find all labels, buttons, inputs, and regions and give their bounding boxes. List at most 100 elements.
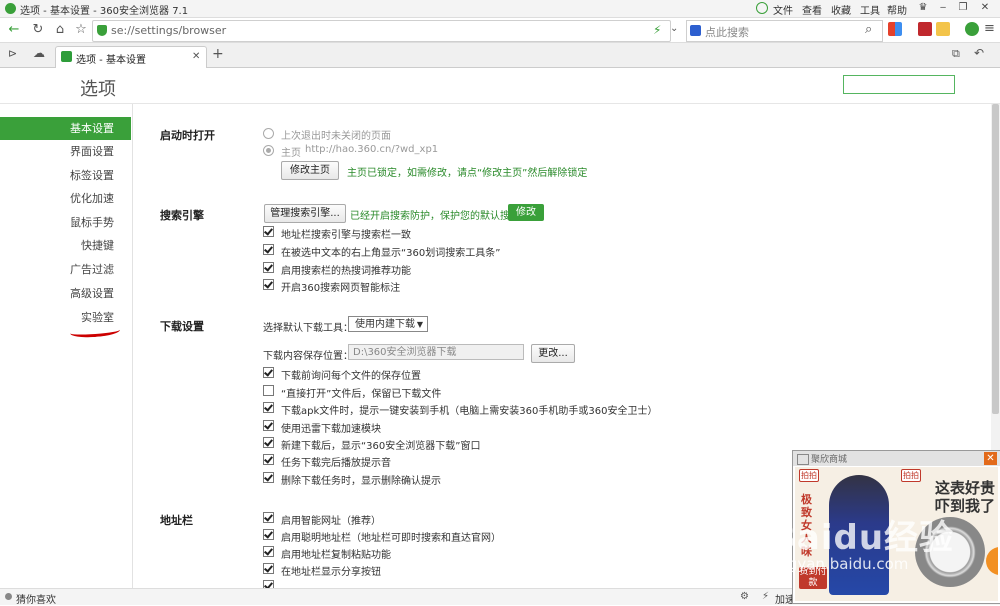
tab-settings[interactable]: 选项 - 基本设置 ✕ <box>55 46 207 68</box>
sidebar-item-basic[interactable]: 基本设置 <box>0 117 131 140</box>
address-bar[interactable]: se://settings/browser ⚡ <box>92 20 671 42</box>
checkbox-label: 新建下载后，显示“360安全浏览器下载”窗口 <box>281 441 481 452</box>
menu-favorites[interactable]: 收藏 <box>831 2 851 17</box>
ad-close-button[interactable]: ✕ <box>984 452 997 465</box>
radio-home-label: 主页 <box>281 148 301 159</box>
sidebar-item-shortcuts[interactable]: 快捷键 <box>0 234 131 257</box>
back-icon[interactable]: ← <box>6 22 22 38</box>
checkbox-apk-install[interactable] <box>263 402 274 413</box>
download-tool-select[interactable]: 使用内建下载 ▼ <box>348 316 428 332</box>
new-tab-button[interactable]: + <box>212 46 224 62</box>
download-path-label: 下载内容保存位置： <box>263 351 353 362</box>
search-icon[interactable]: ⌕ <box>865 22 872 37</box>
address-dropdown-icon[interactable]: ⌄ <box>670 23 678 34</box>
section-startup: 启动时打开 <box>160 129 215 142</box>
title-bar: 选项 - 基本设置 - 360安全浏览器 7.1 文件 查看 收藏 工具 帮助 … <box>0 0 1000 18</box>
section-search-engine: 搜索引擎 <box>160 209 204 222</box>
checkbox-smart-address-bar[interactable] <box>263 529 274 540</box>
ad-tag-1: 拍拍 <box>799 469 819 482</box>
checkbox-share-button[interactable] <box>263 563 274 574</box>
search-input[interactable]: 点此搜索 ⌕ <box>686 20 883 42</box>
menu-icon[interactable]: ≡ <box>984 21 995 36</box>
sidebar-item-advanced[interactable]: 高级设置 <box>0 282 131 305</box>
maximize-button[interactable]: ❐ <box>954 1 972 15</box>
download-tool-label: 选择默认下载工具： <box>263 323 353 334</box>
address-url: se://settings/browser <box>111 24 227 37</box>
checkbox-smart-annotation[interactable] <box>263 279 274 290</box>
status-settings-icon[interactable]: ⚙ <box>740 591 749 602</box>
checkbox-label: 下载apk文件时，提示一键安装到手机（电脑上需安装360手机助手或360安全卫士… <box>281 406 658 417</box>
checkbox-label: 在被选中文本的右上角显示“360划词搜索工具条” <box>281 248 501 259</box>
checkbox-address-search-sync[interactable] <box>263 226 274 237</box>
radio-restore-label: 上次退出时未关闭的页面 <box>281 131 391 142</box>
checkbox-ask-save-location[interactable] <box>263 367 274 378</box>
tab-close-icon[interactable]: ✕ <box>192 51 200 62</box>
download-tool-value: 使用内建下载 <box>355 319 415 330</box>
apps-icon[interactable] <box>888 22 902 36</box>
menu-tools[interactable]: 工具 <box>860 2 880 17</box>
baidu-engine-icon[interactable] <box>690 25 701 36</box>
scrollbar-thumb[interactable] <box>992 104 999 414</box>
sidebar-item-interface[interactable]: 界面设置 <box>0 140 131 163</box>
checkbox-label: 开启360搜索网页智能标注 <box>281 283 401 294</box>
extension-icon[interactable] <box>918 22 932 36</box>
user-icon[interactable] <box>756 2 768 14</box>
ad-next-button[interactable] <box>986 547 998 575</box>
star-icon[interactable]: ☆ <box>73 22 89 38</box>
checkbox-keep-opened-file[interactable] <box>263 385 274 396</box>
browser-logo-icon <box>5 3 16 14</box>
download-path-field[interactable]: D:\360安全浏览器下载 <box>348 344 524 360</box>
manage-search-engines-button[interactable]: 管理搜索引擎... <box>264 204 346 223</box>
radio-home[interactable] <box>263 145 274 156</box>
settings-tab-icon <box>61 51 72 62</box>
skin-icon[interactable]: ♛ <box>914 1 932 15</box>
section-download: 下载设置 <box>160 320 204 333</box>
checkbox-delete-confirm[interactable] <box>263 472 274 483</box>
checkbox-play-sound[interactable] <box>263 454 274 465</box>
page-title: 选项 <box>80 79 116 100</box>
checkbox-label: 启用搜索栏的热搜词推荐功能 <box>281 266 411 277</box>
minimize-button[interactable]: ‒ <box>934 1 952 15</box>
checkbox-selection-toolbar[interactable] <box>263 244 274 255</box>
guard-icon[interactable] <box>965 22 979 36</box>
tab-list-icon[interactable]: ⧉ <box>952 47 960 61</box>
sidebar-item-adblock[interactable]: 广告过滤 <box>0 258 131 281</box>
checkbox-smart-url[interactable] <box>263 512 274 523</box>
close-button[interactable]: ✕ <box>976 1 994 15</box>
folder-icon[interactable] <box>936 22 950 36</box>
sidebar-item-optimize[interactable]: 优化加速 <box>0 187 131 210</box>
menu-view[interactable]: 查看 <box>802 2 822 17</box>
tab-bar: ⊳ ☁ 选项 - 基本设置 ✕ + ⧉ ↶ <box>0 43 1000 68</box>
sidebar-toggle-icon[interactable]: ⊳ <box>8 47 17 60</box>
menu-help[interactable]: 帮助 <box>887 2 907 17</box>
settings-search-input[interactable] <box>843 75 955 94</box>
menu-file[interactable]: 文件 <box>773 2 793 17</box>
checkbox-show-download-window[interactable] <box>263 437 274 448</box>
cloud-icon[interactable]: ☁ <box>33 46 45 60</box>
watermark-main: Baidu经验 <box>770 518 955 558</box>
security-shield-icon <box>97 25 107 36</box>
checkbox-label: 下载前询问每个文件的保存位置 <box>281 371 421 382</box>
checkbox-hot-words[interactable] <box>263 262 274 273</box>
speed-icon[interactable]: ⚡ <box>653 23 661 37</box>
refresh-icon[interactable]: ↻ <box>30 22 46 38</box>
modify-home-button[interactable]: 修改主页 <box>281 161 339 180</box>
checkbox-copy-paste[interactable] <box>263 546 274 557</box>
header-divider <box>0 103 1000 104</box>
change-path-button[interactable]: 更改... <box>531 344 575 363</box>
modify-search-button[interactable]: 修改 <box>508 204 544 221</box>
home-icon[interactable]: ⌂ <box>52 22 68 38</box>
status-dot-icon <box>5 593 12 600</box>
ad-tag-2: 拍拍 <box>901 469 921 482</box>
checkbox-label: 删除下载任务时，显示删除确认提示 <box>281 476 441 487</box>
sidebar-item-gestures[interactable]: 鼠标手势 <box>0 211 131 234</box>
radio-restore[interactable] <box>263 128 274 139</box>
sidebar-item-tabs[interactable]: 标签设置 <box>0 164 131 187</box>
window-title: 选项 - 基本设置 - 360安全浏览器 7.1 <box>20 6 189 17</box>
checkbox-thunder-accel[interactable] <box>263 420 274 431</box>
section-address-bar: 地址栏 <box>160 514 193 527</box>
ad-brand: 聚欣商城 <box>811 455 848 465</box>
status-accelerate-icon[interactable]: ⚡ <box>762 591 769 602</box>
undo-close-icon[interactable]: ↶ <box>974 46 984 60</box>
home-url: http://hao.360.cn/?wd_xp1 <box>305 144 439 155</box>
